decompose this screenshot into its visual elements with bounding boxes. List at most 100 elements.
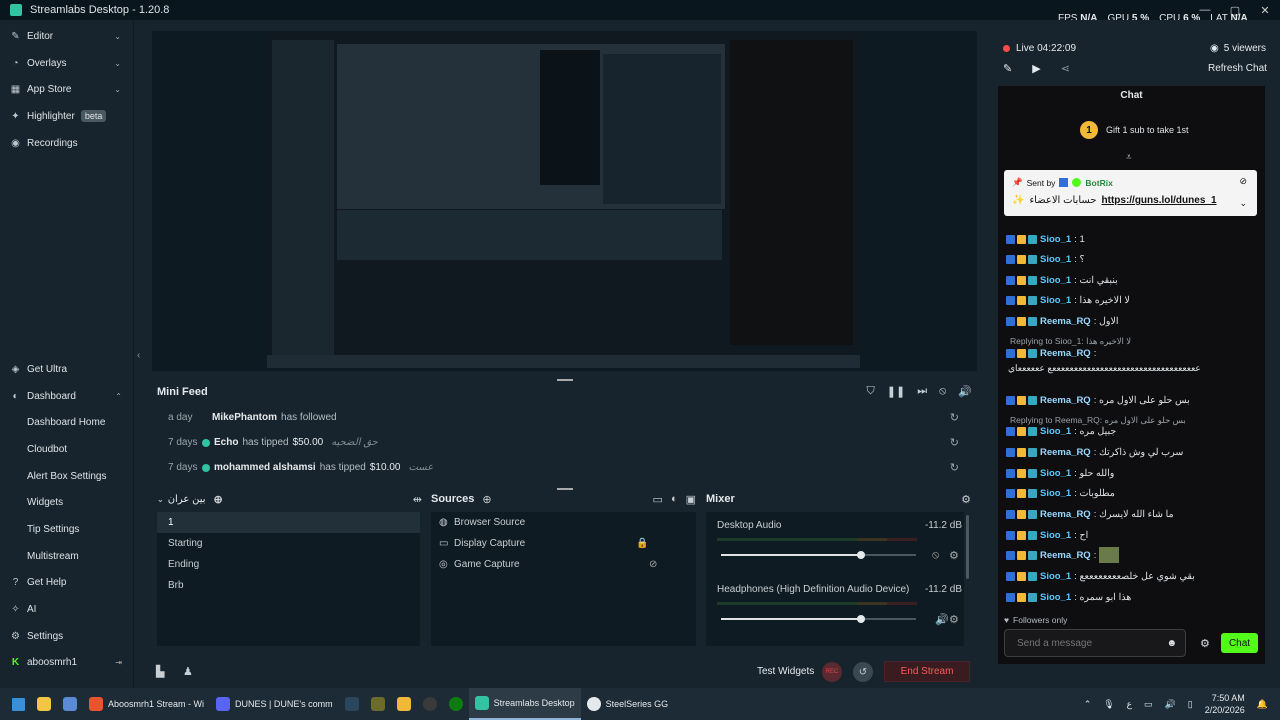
sidebar-item-dashboard-home[interactable]: Dashboard Home	[0, 409, 134, 436]
source-item[interactable]: ◎ Game Capture ⊘	[431, 554, 696, 575]
split-icon[interactable]: ⇹	[413, 493, 422, 506]
taskbar-brave[interactable]: Aboosmrh1 Stream - Wi	[83, 688, 210, 720]
stats-icon[interactable]: ▙	[156, 665, 164, 678]
video-camera-icon[interactable]: ▶	[1032, 62, 1040, 75]
start-button[interactable]	[0, 688, 31, 720]
chat-username[interactable]: Sioo_1	[1040, 426, 1071, 437]
chat-username[interactable]: Sioo_1	[1040, 592, 1071, 603]
mixer-scrollbar[interactable]	[966, 515, 969, 579]
bell-icon[interactable]: ♟	[183, 665, 193, 678]
chat-username[interactable]: Reema_RQ	[1040, 509, 1091, 520]
taskbar-xbox[interactable]	[443, 688, 469, 720]
taskbar-explorer[interactable]	[31, 688, 57, 720]
unpin-icon[interactable]: ⊘	[1239, 176, 1247, 187]
sidebar-item-tip-settings[interactable]: Tip Settings	[0, 516, 134, 543]
chat-username[interactable]: Sioo_1	[1040, 530, 1071, 541]
sidebar-item-recordings[interactable]: ◉ Recordings	[0, 130, 133, 157]
sidebar-item-app-store[interactable]: ▦ App Store ⌄	[0, 76, 133, 103]
notifications-icon[interactable]: 🔔	[1257, 699, 1268, 710]
chat-username[interactable]: Sioo_1	[1040, 468, 1071, 479]
taskbar-steam[interactable]	[339, 688, 365, 720]
filter-icon[interactable]: ⛉	[867, 385, 875, 398]
skip-icon[interactable]: ⏭	[917, 385, 927, 398]
chat-username[interactable]: Sioo_1	[1040, 295, 1071, 306]
folder-icon[interactable]: ▭	[653, 493, 663, 506]
sidebar-item-get-ultra[interactable]: ◈ Get Ultra	[0, 356, 134, 383]
test-widgets-button[interactable]: Test Widgets	[757, 666, 814, 677]
add-scene-icon[interactable]: ⊕	[214, 493, 223, 506]
pause-icon[interactable]: ❚❚	[887, 385, 905, 398]
share-icon[interactable]: ⋖	[1061, 62, 1070, 75]
volume-knob[interactable]	[857, 551, 866, 559]
gift-leaderboard[interactable]: 1 Gift 1 sub to take 1st	[1080, 121, 1189, 139]
mute-alerts-icon[interactable]: ⦸	[939, 385, 946, 398]
scene-item[interactable]: Ending	[157, 554, 420, 575]
sidebar-item-editor[interactable]: ✎ Editor ⌄	[0, 23, 133, 50]
sidebar-item-settings[interactable]: ⚙ Settings	[0, 623, 134, 650]
volume-knob[interactable]	[857, 615, 866, 623]
emoji-icon[interactable]: ☻	[1166, 638, 1177, 649]
taskbar-app[interactable]	[365, 688, 391, 720]
sidebar-item-dashboard[interactable]: ◐ Dashboard ⌃	[0, 383, 134, 410]
replay-icon[interactable]: ↻	[950, 411, 959, 424]
close-button[interactable]: ✕	[1250, 0, 1280, 20]
microphone-icon[interactable]: 🎙	[1103, 699, 1114, 710]
taskbar-discord[interactable]: DUNES | DUNE's comm	[210, 688, 339, 720]
source-item[interactable]: ◍ Browser Source	[431, 512, 696, 533]
volume-slider[interactable]	[721, 615, 916, 623]
volume-icon[interactable]: 🔊	[1165, 699, 1176, 710]
resize-handle[interactable]	[557, 379, 573, 381]
lock-icon[interactable]: 🔒	[636, 538, 648, 549]
pinned-link[interactable]: https://guns.lol/dunes_1	[1102, 195, 1217, 206]
gear-icon[interactable]: ⚙	[949, 613, 959, 626]
record-button[interactable]: REC	[822, 662, 842, 682]
chat-username[interactable]: Reema_RQ	[1040, 550, 1091, 561]
sidebar-item-ai[interactable]: ✧ AI	[0, 596, 134, 623]
logout-icon[interactable]: ⇥	[115, 658, 122, 667]
taskbar-app[interactable]	[391, 688, 417, 720]
gear-icon[interactable]: ⚙	[949, 549, 959, 562]
chevron-down-icon[interactable]: ⌄	[157, 495, 164, 504]
sidebar-item-highlighter[interactable]: ✦ Highlighter beta	[0, 103, 133, 130]
chevron-down-icon[interactable]: ⩡	[1126, 152, 1132, 163]
battery-icon[interactable]: ▯	[1188, 699, 1193, 710]
chat-input-field[interactable]	[1017, 637, 1157, 649]
sidebar-item-get-help[interactable]: ? Get Help	[0, 570, 134, 597]
hidden-eye-icon[interactable]: ⊘	[649, 559, 657, 570]
taskbar-streamlabs[interactable]: Streamlabs Desktop	[468, 688, 581, 720]
chat-username[interactable]: Reema_RQ	[1040, 316, 1091, 327]
volume-icon[interactable]: 🔊	[958, 385, 972, 398]
volume-slider[interactable]	[721, 551, 916, 559]
tray-overflow-icon[interactable]: ⌃	[1084, 699, 1092, 710]
scene-collection-title[interactable]: بين عران	[168, 494, 206, 505]
network-icon[interactable]: ▭	[1144, 699, 1153, 710]
chat-username[interactable]: Sioo_1	[1040, 571, 1071, 582]
chat-username[interactable]: Reema_RQ	[1040, 348, 1091, 359]
sidebar-item-widgets[interactable]: Widgets	[0, 489, 134, 516]
chat-username[interactable]: Sioo_1	[1040, 275, 1071, 286]
sidebar-item-user[interactable]: Kaboosmrh1 ⇥	[0, 650, 134, 677]
chat-username[interactable]: Reema_RQ	[1040, 447, 1091, 458]
sidebar-item-alert-box-settings[interactable]: Alert Box Settings	[0, 463, 134, 490]
replay-buffer-icon[interactable]: ↺	[853, 662, 873, 682]
end-stream-button[interactable]: End Stream	[884, 661, 970, 682]
chevron-down-icon[interactable]: ⌄	[1239, 198, 1247, 209]
taskbar-app[interactable]	[417, 688, 443, 720]
chat-send-button[interactable]: Chat	[1221, 633, 1258, 653]
chat-input[interactable]: ☻	[1004, 629, 1186, 657]
chat-settings-icon[interactable]: ⚙	[1200, 637, 1210, 650]
sidebar-item-cloudbot[interactable]: Cloudbot	[0, 436, 134, 463]
gear-icon[interactable]: ⚙	[961, 493, 971, 506]
replay-icon[interactable]: ↻	[950, 436, 959, 449]
collapse-left-icon[interactable]: ‹	[137, 350, 140, 361]
chat-username[interactable]: Reema_RQ	[1040, 395, 1091, 406]
scene-item[interactable]: 1	[157, 512, 420, 533]
scene-item[interactable]: Starting	[157, 533, 420, 554]
taskbar-steelseries[interactable]: SteelSeries GG	[581, 688, 675, 720]
add-source-icon[interactable]: ⊕	[482, 493, 491, 506]
chat-username[interactable]: Sioo_1	[1040, 488, 1071, 499]
language-icon[interactable]: ع	[1127, 699, 1132, 710]
resize-handle[interactable]	[557, 488, 573, 490]
refresh-chat-button[interactable]: Refresh Chat	[1208, 63, 1267, 74]
sidebar-item-overlays[interactable]: ◔ Overlays ⌄	[0, 50, 133, 77]
